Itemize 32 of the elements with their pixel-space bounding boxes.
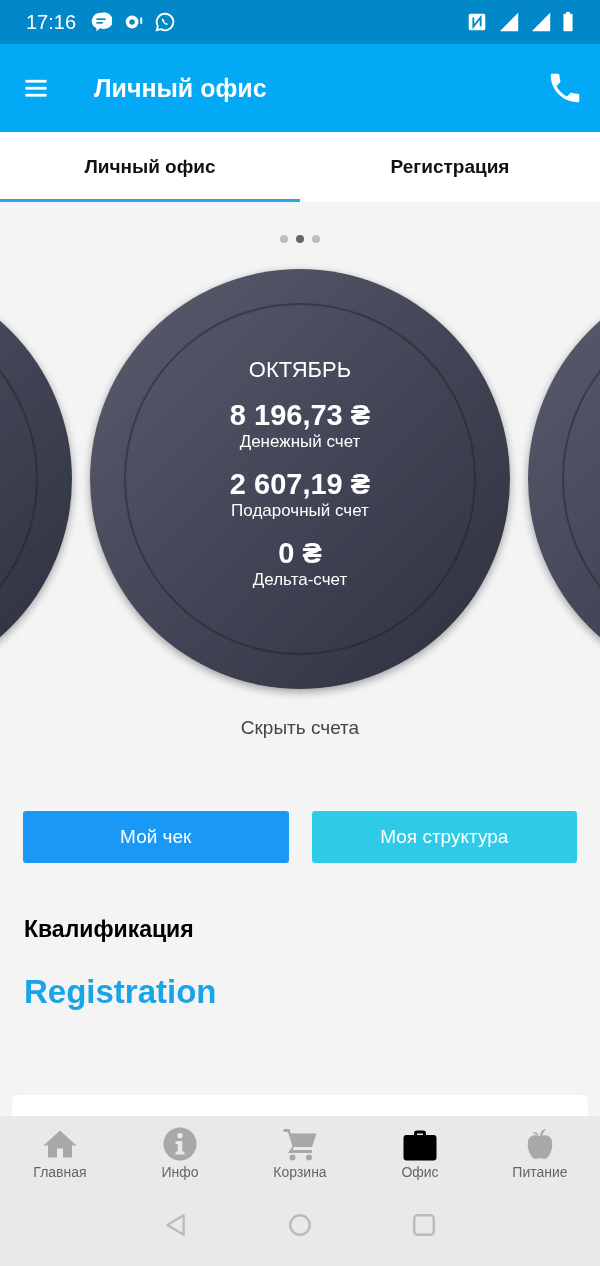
home-button-icon[interactable]: [287, 1212, 313, 1238]
qualification-value: Registration: [24, 973, 218, 1011]
chat-icon: [90, 11, 113, 33]
month-label: ОКТЯБРЬ: [248, 356, 352, 383]
cart-icon[interactable]: [282, 1126, 318, 1162]
account-label: Денежный счет: [239, 431, 361, 452]
balance-amount: 2 607,19 ₴: [229, 467, 371, 501]
account-label: Дельта-счет: [252, 569, 348, 590]
balance-amount: 8 196,73 ₴: [229, 398, 371, 432]
app-title: Личный офис: [94, 73, 268, 103]
recents-icon[interactable]: [411, 1212, 437, 1238]
nfc-icon: [466, 11, 488, 33]
info-icon[interactable]: [162, 1126, 198, 1162]
phone-bubble-icon: [154, 11, 177, 33]
account-card[interactable]: ОКТЯБРЬ 8 196,73 ₴ Денежный счет 2 607,19 ₴ Подарочный счет 0 ₴ Дельта-счет: [90, 269, 510, 689]
section-heading: Квалификация: [24, 916, 195, 943]
nav-label[interactable]: Питание: [512, 1164, 568, 1180]
nav-label[interactable]: Инфо: [161, 1164, 199, 1180]
tab[interactable]: Регистрация: [300, 132, 600, 202]
status-time: 17:16: [26, 10, 77, 34]
page-indicator[interactable]: [296, 235, 304, 243]
signal-icon: [498, 11, 520, 33]
tab[interactable]: Личный офис: [0, 132, 300, 202]
nav-label[interactable]: Главная: [33, 1164, 87, 1180]
nav-label[interactable]: Корзина: [273, 1164, 327, 1180]
nav-label[interactable]: Офис: [401, 1164, 439, 1180]
action-button[interactable]: Мой чек: [23, 811, 289, 863]
hide-accounts-link[interactable]: Скрыть счета: [240, 717, 360, 739]
battery-icon: [562, 11, 574, 33]
balance-amount: 0 ₴: [278, 536, 322, 570]
signal-icon: [530, 11, 552, 33]
account-label: Подарочный счет: [231, 500, 369, 521]
